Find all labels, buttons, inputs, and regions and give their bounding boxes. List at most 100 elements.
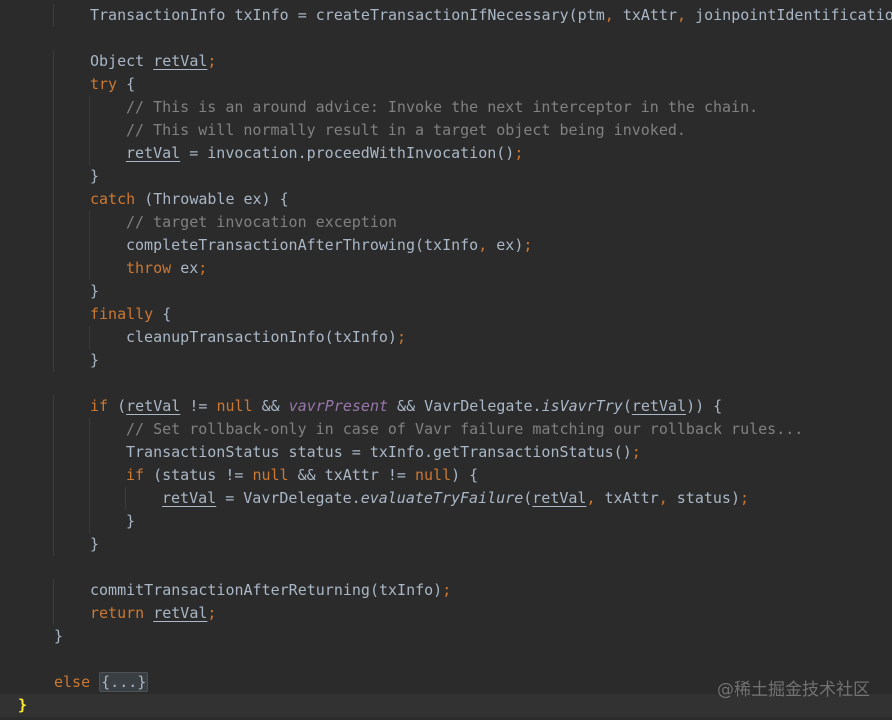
code-line-content: catch (Throwable ex) {: [90, 188, 289, 211]
indent-guide: [53, 510, 54, 533]
code-text: (Throwable ex) {: [144, 190, 289, 208]
code-text: && txAttr !=: [297, 466, 415, 484]
code-line[interactable]: TransactionStatus status = txInfo.getTra…: [0, 441, 892, 464]
indent-guide: [53, 142, 54, 165]
indent-guide: [53, 211, 54, 234]
indent-guide: [53, 303, 54, 326]
code-text: joinpointIdentification: [695, 6, 892, 24]
code-line-content: if (retVal != null && vavrPresent && Vav…: [90, 395, 722, 418]
code-line-content: try {: [90, 73, 135, 96]
indent-guide: [53, 326, 54, 349]
code-text: {: [162, 305, 172, 323]
code-line[interactable]: retVal = VavrDelegate.evaluateTryFailure…: [0, 487, 892, 510]
code-text: commitTransactionAfterReturning(txInfo): [90, 581, 443, 599]
code-variable: retVal: [126, 144, 181, 162]
code-text: {: [126, 75, 136, 93]
code-line[interactable]: }: [0, 533, 892, 556]
code-variable: retVal: [153, 52, 208, 70]
folded-region-button[interactable]: {...}: [99, 672, 149, 692]
code-punctuation: ;: [207, 604, 217, 622]
code-text: completeTransactionAfterThrowing(txInfo: [126, 236, 479, 254]
code-line[interactable]: }: [0, 280, 892, 303]
code-text: ex): [496, 236, 524, 254]
indent-guide: [53, 418, 54, 441]
code-line[interactable]: // Set rollback-only in case of Vavr fai…: [0, 418, 892, 441]
code-line[interactable]: [0, 556, 892, 579]
code-comment: // target invocation exception: [126, 213, 397, 231]
code-line[interactable]: [0, 648, 892, 671]
code-line[interactable]: commitTransactionAfterReturning(txInfo);: [0, 579, 892, 602]
code-method-call: evaluateTryFailure: [360, 489, 524, 507]
code-line[interactable]: finally {: [0, 303, 892, 326]
code-line[interactable]: // target invocation exception: [0, 211, 892, 234]
code-keyword: catch: [90, 190, 145, 208]
indent-guide: [53, 280, 54, 303]
code-text: Object: [90, 52, 154, 70]
code-line[interactable]: if (retVal != null && vavrPresent && Vav…: [0, 395, 892, 418]
code-line[interactable]: }: [0, 625, 892, 648]
code-text: }: [54, 627, 64, 645]
code-line-content: }: [90, 165, 99, 188]
code-line[interactable]: // This will normally result in a target…: [0, 119, 892, 142]
code-line[interactable]: cleanupTransactionInfo(txInfo);: [0, 326, 892, 349]
code-punctuation: ,: [478, 236, 497, 254]
code-line-content: }: [126, 510, 135, 533]
code-line[interactable]: TransactionInfo txInfo = createTransacti…: [0, 4, 892, 27]
code-keyword: throw: [126, 259, 181, 277]
code-line[interactable]: }: [0, 165, 892, 188]
code-line[interactable]: catch (Throwable ex) {: [0, 188, 892, 211]
code-editor[interactable]: TransactionInfo txInfo = createTransacti…: [0, 0, 892, 720]
code-keyword: else: [54, 673, 100, 691]
code-line-content: // This is an around advice: Invoke the …: [126, 96, 758, 119]
indent-guide: [89, 119, 90, 142]
code-line[interactable]: }: [0, 510, 892, 533]
code-line[interactable]: Object retVal;: [0, 50, 892, 73]
code-line[interactable]: try {: [0, 73, 892, 96]
code-punctuation: ;: [442, 581, 452, 599]
code-text: (: [523, 489, 533, 507]
indent-guide: [53, 395, 54, 418]
code-line[interactable]: completeTransactionAfterThrowing(txInfo,…: [0, 234, 892, 257]
code-text: status): [676, 489, 740, 507]
indent-guide: [89, 441, 90, 464]
indent-guide: [89, 257, 90, 280]
code-line[interactable]: if (status != null && txAttr != null) {: [0, 464, 892, 487]
code-variable: retVal: [532, 489, 587, 507]
indent-guide: [89, 418, 90, 441]
code-text: = invocation.proceedWithInvocation(): [180, 144, 515, 162]
code-line-content: // target invocation exception: [126, 211, 397, 234]
code-line-content: }: [90, 533, 99, 556]
code-line-content: // Set rollback-only in case of Vavr fai…: [126, 418, 803, 441]
code-punctuation: ;: [514, 144, 524, 162]
code-line-content: commitTransactionAfterReturning(txInfo);: [90, 579, 451, 602]
code-variable: retVal: [162, 489, 217, 507]
code-keyword: null: [252, 466, 298, 484]
code-line-content: cleanupTransactionInfo(txInfo);: [126, 326, 406, 349]
code-line-content: throw ex;: [126, 257, 207, 280]
code-line-content: else {...}: [54, 671, 149, 694]
code-line[interactable]: // This is an around advice: Invoke the …: [0, 96, 892, 119]
indent-guide: [53, 165, 54, 188]
indent-guide: [89, 142, 90, 165]
code-line[interactable]: [0, 27, 892, 50]
indent-guide: [53, 533, 54, 556]
indent-guide: [53, 96, 54, 119]
code-text: }: [90, 167, 100, 185]
code-text: TransactionInfo txInfo = createTransacti…: [90, 6, 605, 24]
code-line[interactable]: [0, 372, 892, 395]
indent-guide: [53, 50, 54, 73]
code-line[interactable]: return retVal;: [0, 602, 892, 625]
code-punctuation: ,: [604, 6, 623, 24]
indent-guide: [53, 188, 54, 211]
code-field: vavrPresent: [288, 397, 389, 415]
code-line[interactable]: }: [0, 349, 892, 372]
code-text: ex: [180, 259, 199, 277]
code-line[interactable]: throw ex;: [0, 257, 892, 280]
code-keyword: finally: [90, 305, 163, 323]
code-text: }: [126, 512, 136, 530]
code-punctuation: ;: [207, 52, 217, 70]
indent-guide: [89, 326, 90, 349]
code-line[interactable]: retVal = invocation.proceedWithInvocatio…: [0, 142, 892, 165]
indent-guide: [53, 257, 54, 280]
code-line-content: TransactionInfo txInfo = createTransacti…: [90, 4, 892, 27]
